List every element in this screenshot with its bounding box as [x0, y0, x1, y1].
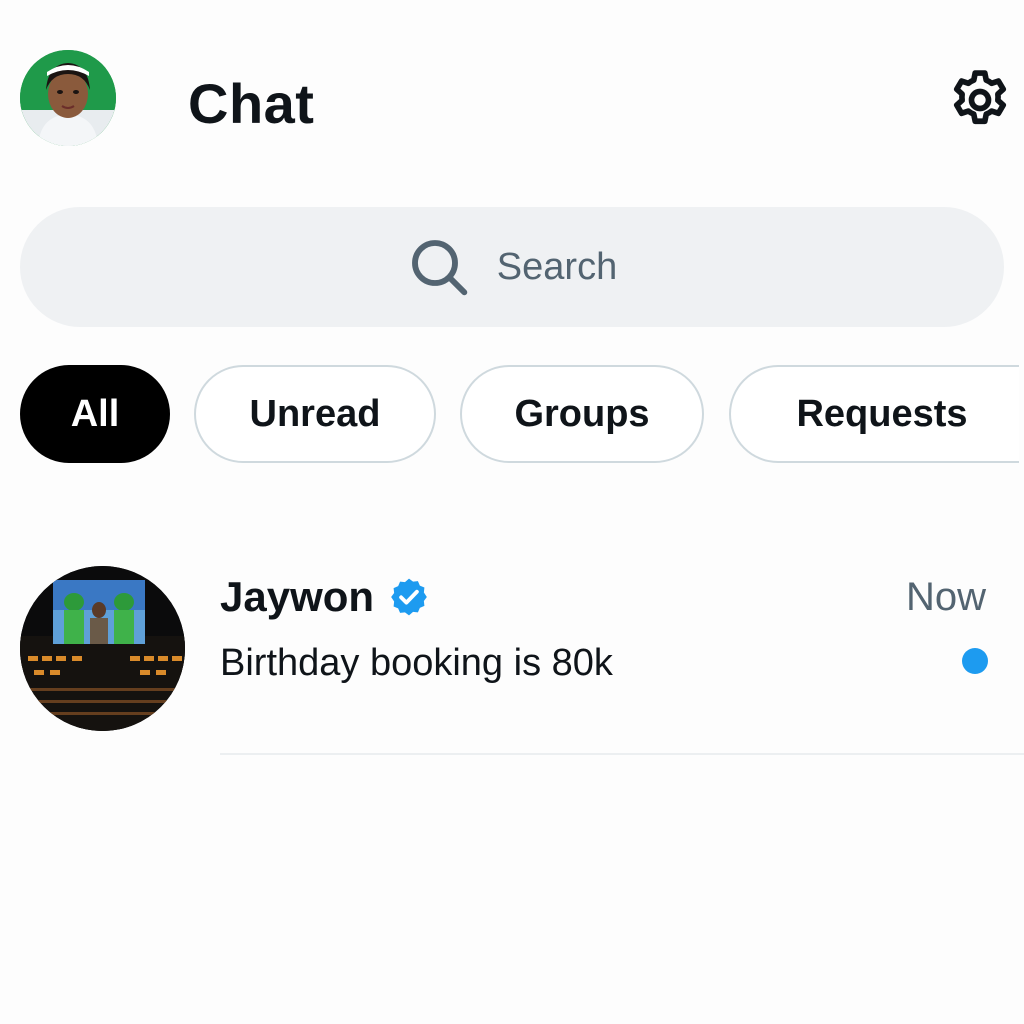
avatar-image — [20, 50, 116, 146]
page-title: Chat — [188, 72, 315, 135]
avatar-image — [20, 566, 185, 731]
conversation-header: Jaywon — [220, 573, 430, 621]
unread-indicator — [962, 648, 988, 674]
filter-chip-requests[interactable]: Requests — [729, 365, 1019, 463]
filter-chip-all[interactable]: All — [20, 365, 170, 463]
filter-chip-groups[interactable]: Groups — [460, 365, 704, 463]
filter-chip-unread[interactable]: Unread — [194, 365, 436, 463]
verified-badge-icon — [391, 578, 427, 616]
chat-screen: Chat Search All Unread Groups Requests J… — [0, 0, 1024, 1024]
conversation-avatar — [20, 566, 185, 731]
message-preview: Birthday booking is 80k — [220, 642, 613, 684]
profile-avatar[interactable] — [20, 50, 116, 146]
conversation-row[interactable]: Jaywon Now Birthday booking is 80k — [0, 550, 1024, 755]
gear-icon[interactable] — [946, 66, 1014, 134]
message-timestamp: Now — [905, 575, 986, 619]
contact-name: Jaywon — [220, 573, 375, 620]
search-icon — [411, 240, 468, 296]
search-input[interactable]: Search — [20, 207, 1004, 327]
divider — [220, 753, 1024, 755]
search-placeholder: Search — [496, 246, 618, 288]
